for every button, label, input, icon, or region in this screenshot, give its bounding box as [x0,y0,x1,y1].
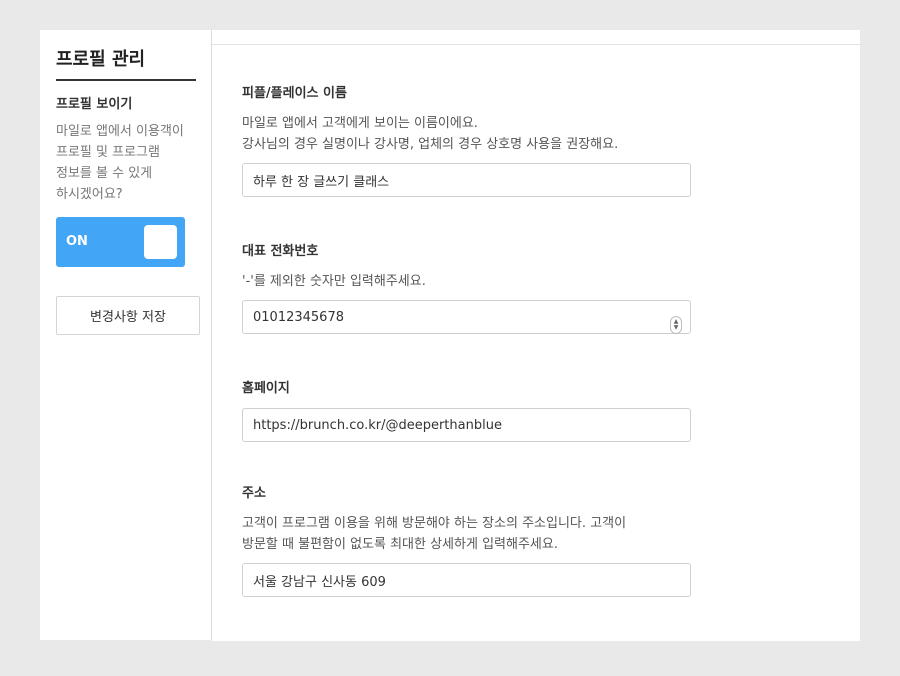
name-label: 피플/플레이스 이름 [242,86,347,101]
description-line: 마일로 앱에서 이용객이 [56,124,184,139]
profile-form: 피플/플레이스 이름 마일로 앱에서 고객에게 보이는 이름이에요. 강사님의 … [212,44,860,641]
description-line: 고객이 프로그램 이용을 위해 방문해야 하는 장소의 주소입니다. 고객이 [242,516,627,531]
description-line: 하시겠어요? [56,187,123,202]
save-changes-button[interactable]: 변경사항 저장 [56,296,200,335]
profile-management-window: 프로필 관리 프로필 보이기 마일로 앱에서 이용객이 프로필 및 프로그램 정… [40,30,860,641]
sidebar-title-underline [56,79,196,81]
sidebar: 프로필 관리 프로필 보이기 마일로 앱에서 이용객이 프로필 및 프로그램 정… [40,30,212,640]
profile-visibility-description: 마일로 앱에서 이용객이 프로필 및 프로그램 정보를 볼 수 있게 하시겠어요… [56,121,206,205]
phone-input-wrap: ▲ ▼ [242,300,692,334]
phone-input[interactable] [242,300,691,334]
homepage-label: 홈페이지 [242,381,290,396]
phone-label: 대표 전화번호 [242,244,319,259]
toggle-knob[interactable] [144,225,177,259]
homepage-input[interactable] [242,408,691,442]
name-description: 마일로 앱에서 고객에게 보이는 이름이에요. 강사님의 경우 실명이나 강사명… [242,113,692,155]
description-line: 정보를 볼 수 있게 [56,166,153,181]
profile-visibility-toggle[interactable]: ON [56,217,185,267]
address-description: 고객이 프로그램 이용을 위해 방문해야 하는 장소의 주소입니다. 고객이 방… [242,513,692,555]
name-field-group: 피플/플레이스 이름 마일로 앱에서 고객에게 보이는 이름이에요. 강사님의 … [242,85,692,197]
phone-field-group: 대표 전화번호 '-'를 제외한 숫자만 입력해주세요. ▲ ▼ [242,243,692,334]
phone-description: '-'를 제외한 숫자만 입력해주세요. [242,271,692,292]
toggle-label: ON [66,234,88,249]
address-label: 주소 [242,486,266,501]
address-input[interactable] [242,563,691,597]
description-line: 방문할 때 불편함이 없도록 최대한 상세하게 입력해주세요. [242,537,558,552]
profile-visibility-label: 프로필 보이기 [56,97,133,112]
description-line: 강사님의 경우 실명이나 강사명, 업체의 경우 상호명 사용을 권장해요. [242,137,619,152]
description-line: 마일로 앱에서 고객에게 보이는 이름이에요. [242,116,478,131]
number-spinner-icon[interactable]: ▲ ▼ [670,316,682,334]
address-field-group: 주소 고객이 프로그램 이용을 위해 방문해야 하는 장소의 주소입니다. 고객… [242,485,692,597]
name-input[interactable] [242,163,691,197]
sidebar-title: 프로필 관리 [56,49,146,70]
homepage-field-group: 홈페이지 [242,380,692,442]
description-line: '-'를 제외한 숫자만 입력해주세요. [242,274,426,289]
spinner-down-icon[interactable]: ▼ [674,325,679,331]
description-line: 프로필 및 프로그램 [56,145,160,160]
